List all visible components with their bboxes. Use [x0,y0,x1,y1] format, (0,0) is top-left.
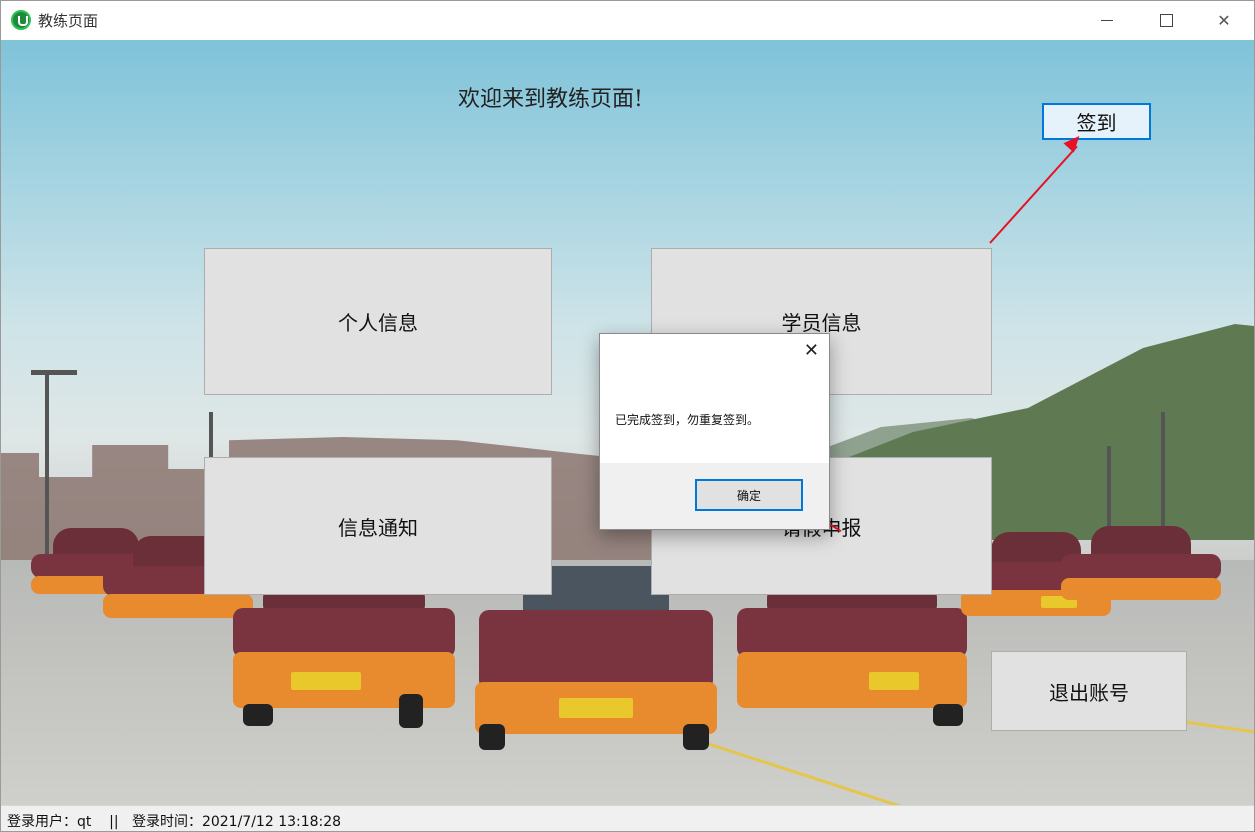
dialog-message: 已完成签到，勿重复签到。 [615,413,760,427]
dialog-footer: 确定 [600,463,829,529]
car [1061,526,1221,616]
minimize-button[interactable] [1078,1,1136,39]
welcome-heading: 欢迎来到教练页面! [458,87,643,112]
notice-button[interactable]: 信息通知 [204,457,552,595]
signin-button[interactable]: 签到 [1042,103,1151,140]
dialog-close-button[interactable]: ✕ [804,342,819,360]
app-logo-icon [11,10,31,30]
street-lamp [1161,412,1165,542]
close-icon: ✕ [803,340,819,361]
car [737,580,967,730]
maximize-icon [1159,13,1173,27]
title-bar: 教练页面 ✕ [1,1,1254,39]
maximize-button[interactable] [1137,1,1195,39]
ok-button[interactable]: 确定 [695,479,803,511]
message-dialog: ✕ 已完成签到，勿重复签到。 确定 [599,333,830,530]
car [233,580,455,730]
minimize-icon [1101,19,1113,21]
status-login-info: 登录用户：qt || 登录时间：2021/7/12 13:18:28 [7,814,342,830]
personal-info-button[interactable]: 个人信息 [204,248,552,395]
close-button[interactable]: ✕ [1195,1,1253,39]
street-lamp [31,370,77,375]
window-title: 教练页面 [38,12,99,30]
close-icon: ✕ [1217,10,1231,30]
status-bar: 登录用户：qt || 登录时间：2021/7/12 13:18:28 [1,805,1254,831]
coach-window: 教练页面 ✕ 欢迎来到教练页面! 签到 个人信息 学员信息 信息通知 退出账号 … [0,0,1255,832]
logout-button[interactable]: 退出账号 [991,651,1187,731]
